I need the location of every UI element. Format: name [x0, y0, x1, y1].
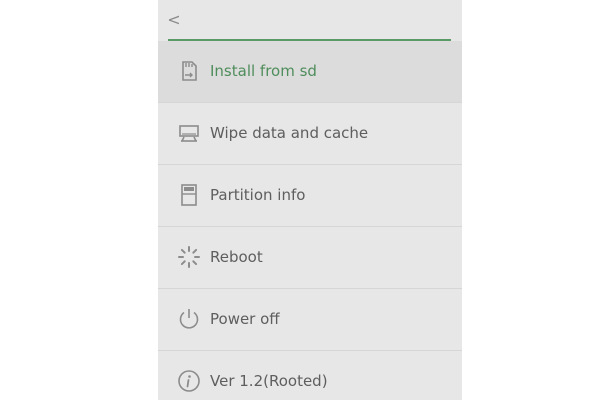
recovery-screen: < Install from sd Wipe data and cache Pa… [158, 0, 462, 400]
info-icon [177, 369, 201, 393]
menu-item-label: Partition info [210, 186, 306, 204]
menu-item-label: Wipe data and cache [210, 124, 369, 142]
reboot-spinner-icon [177, 245, 201, 269]
menu-item-install-from-sd[interactable]: Install from sd [158, 41, 462, 102]
menu-item-label: Reboot [210, 248, 263, 266]
menu-item-partition-info[interactable]: Partition info [158, 165, 462, 226]
sd-card-icon [177, 59, 201, 83]
menu-item-wipe-data[interactable]: Wipe data and cache [158, 103, 462, 164]
menu-item-label: Ver 1.2(Rooted) [210, 372, 328, 390]
chevron-left-icon: < [167, 10, 181, 29]
menu-item-label: Install from sd [210, 62, 317, 80]
back-button[interactable]: < [164, 8, 184, 32]
menu-item-reboot[interactable]: Reboot [158, 227, 462, 288]
menu-item-power-off[interactable]: Power off [158, 289, 462, 350]
wipe-drive-icon [177, 121, 201, 145]
power-icon [177, 307, 201, 331]
menu-item-label: Power off [210, 310, 280, 328]
menu-item-version[interactable]: Ver 1.2(Rooted) [158, 351, 462, 400]
top-bar: < [158, 0, 462, 40]
partition-icon [177, 183, 201, 207]
